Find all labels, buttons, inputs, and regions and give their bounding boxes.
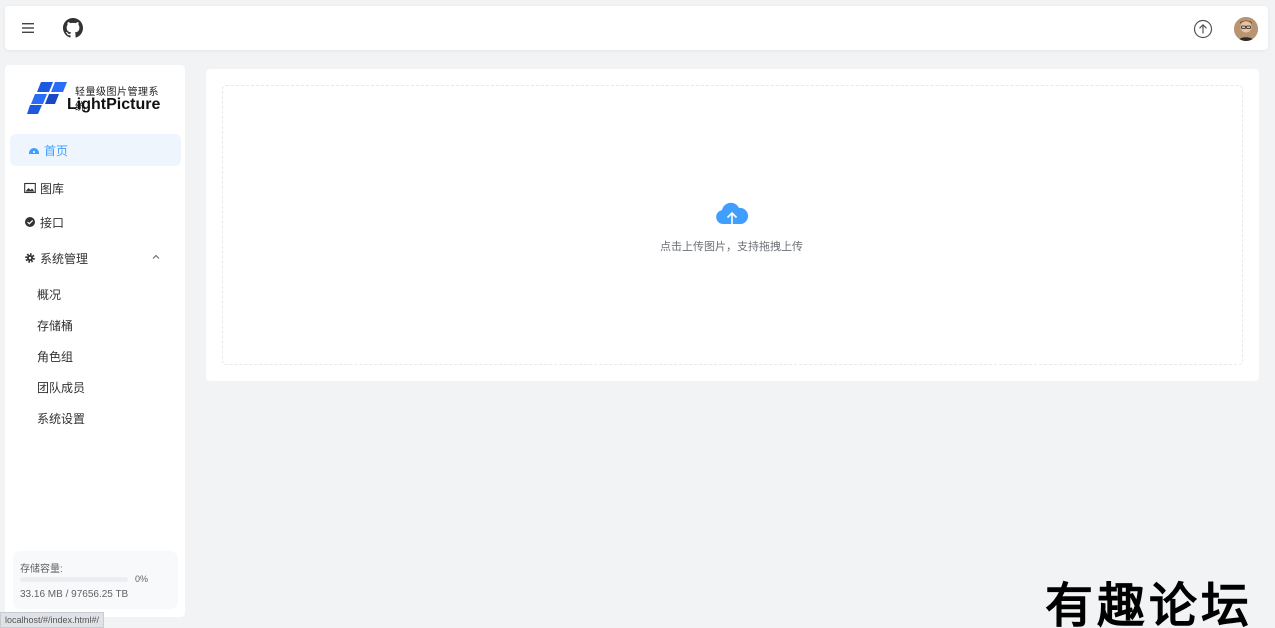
brand-logo[interactable]: 轻量级图片管理系统 LightPicture (27, 78, 167, 118)
nav-item-label: 图库 (40, 181, 65, 196)
picture-icon (24, 182, 36, 194)
brand-name: LightPicture (67, 96, 161, 113)
nav-item-home[interactable]: 首页 (10, 134, 181, 166)
nav-subitem-members[interactable]: 团队成员 (37, 375, 177, 399)
upload-hint-wrap: 点击上传图片，支持拖拽上传 (0, 238, 1275, 254)
nav-item-gallery[interactable]: 图库 (10, 172, 181, 204)
nav-subitem-settings[interactable]: 系统设置 (37, 406, 177, 430)
upload-circle-icon[interactable] (1193, 19, 1213, 39)
watermark-text: 有趣论坛 (1044, 578, 1253, 628)
nav-item-label: 首页 (44, 143, 69, 158)
storage-percent: 0% (135, 574, 149, 584)
check-circle-icon (25, 217, 35, 227)
user-avatar[interactable] (1234, 17, 1258, 41)
sidebar: 轻量级图片管理系统 LightPicture 首页 图库 接口 系统管理 概况 … (5, 65, 185, 617)
storage-progress-bar (20, 577, 128, 582)
github-icon[interactable] (63, 18, 83, 38)
nav-item-api[interactable]: 接口 (10, 206, 181, 238)
avatar-image (1234, 17, 1258, 41)
nav-subitem-overview[interactable]: 概况 (37, 282, 177, 306)
dashboard-icon (29, 148, 39, 154)
nav-subitem-buckets[interactable]: 存储桶 (37, 313, 177, 337)
storage-usage-card: 存储容量: 0% 33.16 MB / 97656.25 TB (13, 551, 178, 609)
upload-hint-text: 点击上传图片，支持拖拽上传 (660, 241, 803, 253)
hamburger-icon[interactable] (18, 18, 38, 38)
top-bar (5, 6, 1268, 50)
storage-label: 存储容量: (20, 564, 63, 575)
cloud-upload-icon (716, 202, 749, 231)
logo-mark-icon (27, 82, 67, 114)
nav-subitem-roles[interactable]: 角色组 (37, 344, 177, 368)
status-bar-url: localhost/#/index.html#/ (0, 612, 105, 628)
storage-size: 33.16 MB / 97656.25 TB (20, 589, 129, 600)
nav-item-label: 接口 (40, 215, 65, 230)
